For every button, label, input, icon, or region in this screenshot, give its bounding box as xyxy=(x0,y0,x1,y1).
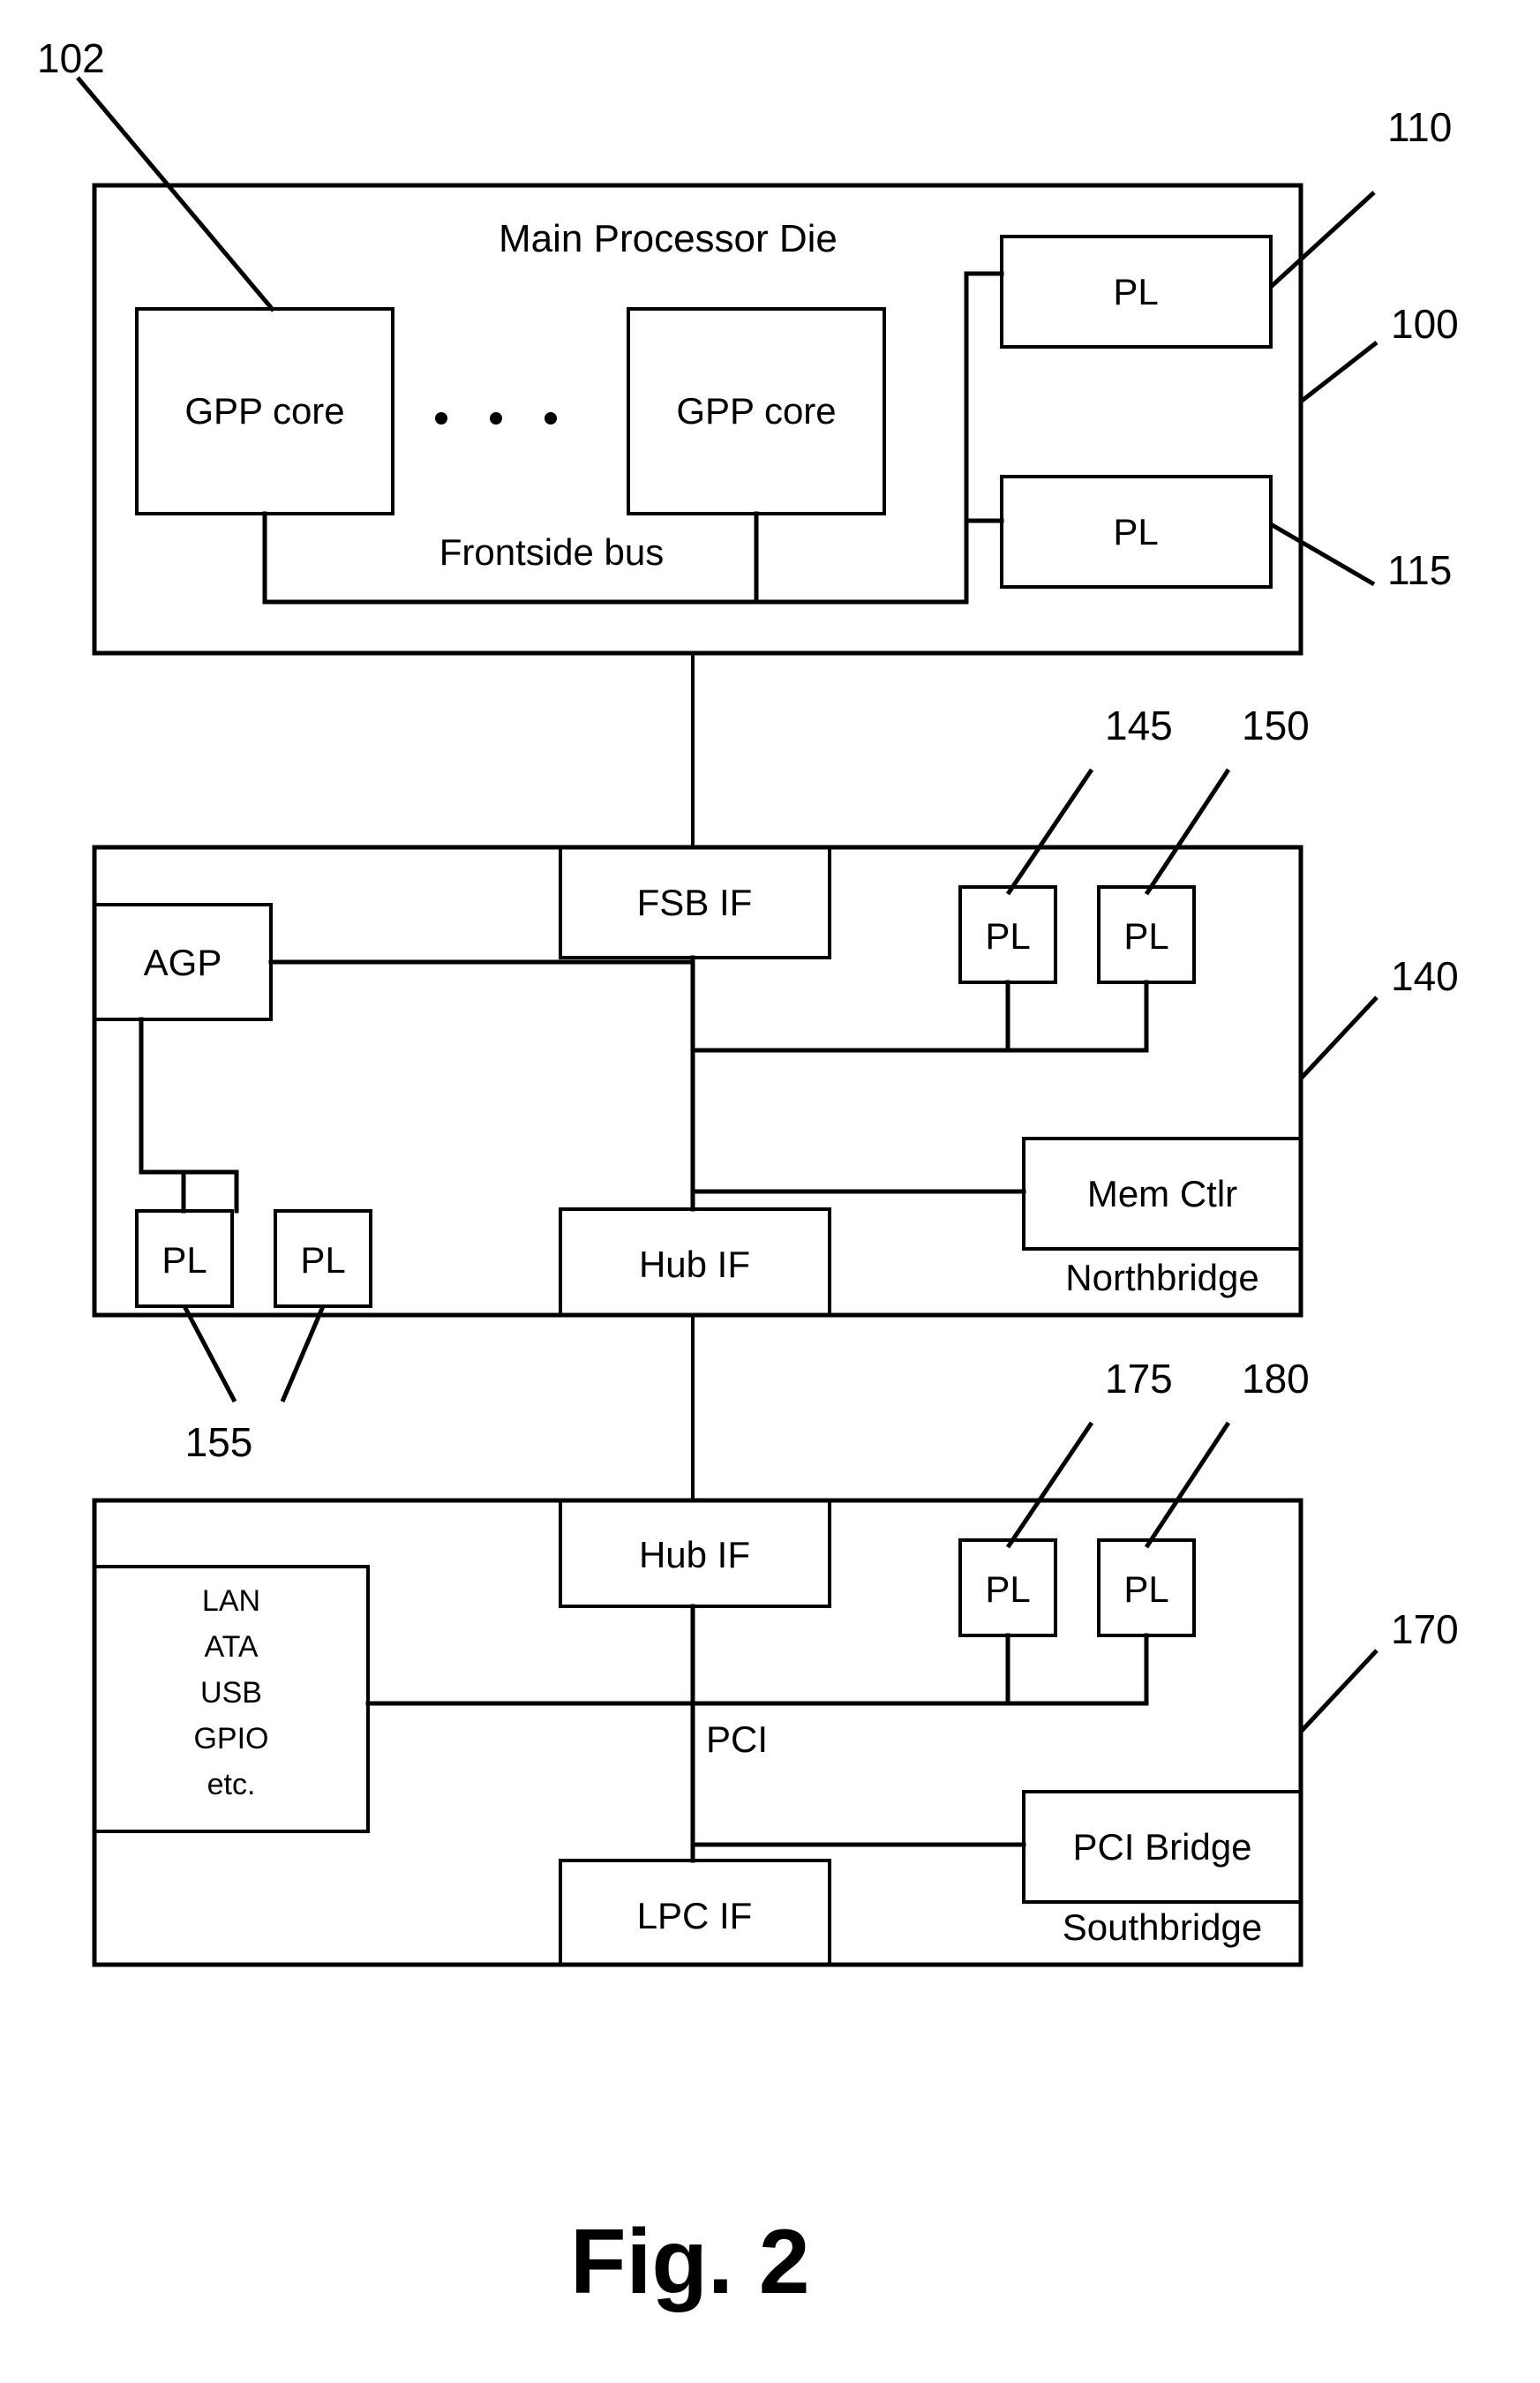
leader-line-145 xyxy=(1005,768,1094,896)
core-ellipsis xyxy=(435,412,557,425)
northbridge-title: Northbridge xyxy=(1065,1257,1258,1298)
io-line-ata: ATA xyxy=(204,1630,258,1664)
main-processor-die-group: Main Processor Die 102 GPP core GPP core… xyxy=(37,35,1459,656)
leader-line-140 xyxy=(1299,996,1378,1080)
io-line-gpio: GPIO xyxy=(193,1722,268,1755)
leader-line-150 xyxy=(1144,768,1231,896)
agp-pl-label-1: PL xyxy=(300,1239,345,1281)
frontside-bus-label: Frontside bus xyxy=(439,531,664,573)
agp-pl-label-0: PL xyxy=(162,1239,207,1281)
leader-line-155-a xyxy=(182,1304,237,1403)
leader-line-110 xyxy=(1269,191,1376,289)
ref-label-150: 150 xyxy=(1242,703,1310,748)
fsb-if-label: FSB IF xyxy=(637,882,753,923)
patent-figure: Main Processor Die 102 GPP core GPP core… xyxy=(0,0,1540,2383)
ref-label-155: 155 xyxy=(185,1419,253,1465)
ref-label-145: 145 xyxy=(1105,703,1173,748)
pl-label-145: PL xyxy=(985,915,1030,957)
io-line-usb: USB xyxy=(200,1676,262,1710)
gpp-core-label-1: GPP core xyxy=(676,390,836,432)
leader-line-102 xyxy=(76,76,275,312)
leader-line-115 xyxy=(1269,522,1376,587)
ref-label-110: 110 xyxy=(1387,104,1452,150)
southbridge-hub-if-label: Hub IF xyxy=(639,1534,750,1575)
pl-label-110: PL xyxy=(1113,271,1158,312)
io-line-etc: etc. xyxy=(207,1768,256,1801)
northbridge-hub-if-label: Hub IF xyxy=(639,1244,750,1285)
leader-line-170 xyxy=(1299,1649,1378,1733)
pl-label-175: PL xyxy=(985,1568,1030,1610)
pl-label-115: PL xyxy=(1113,511,1158,553)
ref-label-170: 170 xyxy=(1391,1606,1459,1652)
pci-bridge-label: PCI Bridge xyxy=(1072,1826,1251,1868)
ref-label-140: 140 xyxy=(1391,953,1459,999)
figure-caption: Fig. 2 xyxy=(570,2211,810,2313)
southbridge-title: Southbridge xyxy=(1063,1906,1263,1948)
gpp-core-label-0: GPP core xyxy=(184,390,344,432)
lpc-if-label: LPC IF xyxy=(637,1895,753,1936)
pci-bus-label: PCI xyxy=(706,1718,768,1760)
ref-label-175: 175 xyxy=(1105,1356,1173,1402)
leader-line-100 xyxy=(1299,341,1378,403)
northbridge-group: FSB IF AGP PL PL 155 PL PL 145 150 Mem C… xyxy=(92,703,1459,1465)
ref-label-102: 102 xyxy=(37,35,105,81)
southbridge-group: Hub IF PCI LAN ATA USB GPIO etc. PL PL 1… xyxy=(92,1356,1459,1967)
ref-label-180: 180 xyxy=(1242,1356,1310,1402)
agp-label: AGP xyxy=(144,942,222,983)
io-line-lan: LAN xyxy=(202,1584,260,1618)
block-diagram: Main Processor Die 102 GPP core GPP core… xyxy=(37,35,1459,2313)
pl-label-180: PL xyxy=(1123,1568,1168,1610)
ref-label-115: 115 xyxy=(1387,547,1452,593)
leader-line-155-b xyxy=(280,1305,326,1402)
mem-ctlr-label: Mem Ctlr xyxy=(1087,1173,1237,1214)
leader-line-180 xyxy=(1144,1421,1231,1549)
pl-label-150: PL xyxy=(1123,915,1168,957)
leader-line-175 xyxy=(1005,1421,1094,1549)
main-processor-die-title: Main Processor Die xyxy=(499,217,838,260)
ref-label-100: 100 xyxy=(1391,301,1459,347)
